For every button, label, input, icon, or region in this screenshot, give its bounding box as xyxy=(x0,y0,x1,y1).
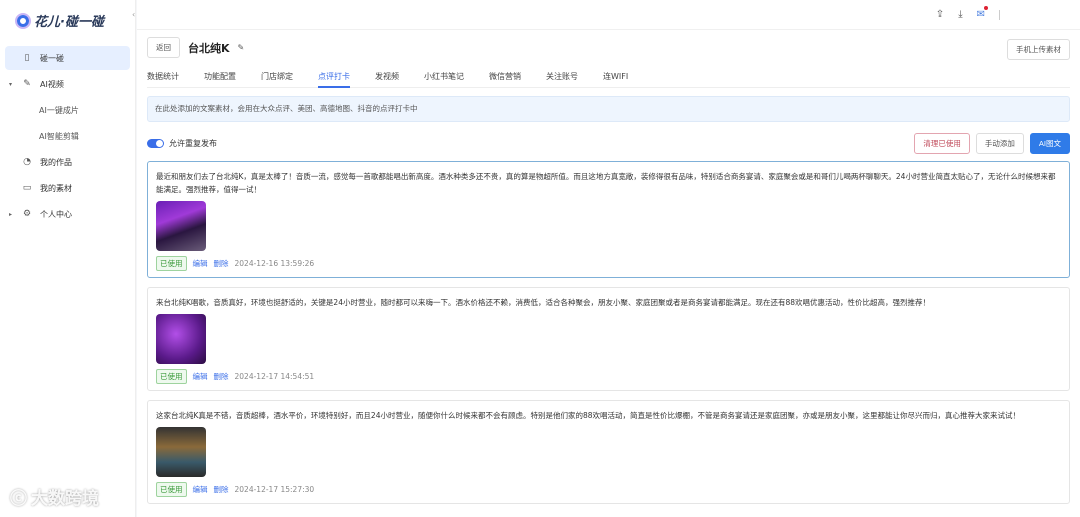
tab-wifi[interactable]: 连WIFI xyxy=(603,68,628,88)
watermark: ⓒ 大数跨境 xyxy=(10,484,99,509)
edit-link[interactable]: 编辑 xyxy=(193,371,208,382)
mobile-upload-button[interactable]: 手机上传素材 xyxy=(1007,39,1070,60)
back-button[interactable]: 返回 xyxy=(147,37,180,58)
mail-icon[interactable]: ✉ xyxy=(977,6,989,20)
expand-arrow-icon: ▸ xyxy=(9,210,13,218)
gear-icon: ⚙ xyxy=(22,209,32,219)
item-image[interactable] xyxy=(156,427,206,477)
watermark-icon: ⓒ xyxy=(10,489,27,509)
material-list: 最近和朋友们去了台北纯K，真是太棒了！音质一流，感觉每一首歌都能唱出新高度。酒水… xyxy=(147,161,1070,513)
delete-link[interactable]: 删除 xyxy=(214,484,229,495)
status-badge: 已使用 xyxy=(156,482,187,497)
sidebar-item-pengyipeng[interactable]: ▯ 碰一碰 xyxy=(5,46,130,70)
tab-review-checkin[interactable]: 点评打卡 xyxy=(318,68,350,88)
app-logo[interactable]: 花儿·碰一碰 xyxy=(0,0,135,30)
divider xyxy=(999,9,1000,20)
item-image[interactable] xyxy=(156,201,206,251)
timestamp: 2024-12-16 13:59:26 xyxy=(234,259,315,268)
phone-icon: ▯ xyxy=(24,53,30,63)
allow-repeat-toggle[interactable] xyxy=(147,138,164,148)
sidebar-item-label: AI视频 xyxy=(40,79,64,89)
sidebar-item-label: 我的作品 xyxy=(40,157,72,167)
main-content: ⇪ ⤓ ✉ 返回 台北纯K ✎ 手机上传素材 数据统计 功能配置 门店绑定 点评… xyxy=(137,0,1080,517)
sidebar-item-ai-oneclick[interactable]: AI一键成片 xyxy=(5,98,130,122)
delete-link[interactable]: 删除 xyxy=(214,371,229,382)
logo-icon xyxy=(17,14,29,27)
sidebar-item-ai-edit[interactable]: AI智能剪辑 xyxy=(5,124,130,148)
item-text: 最近和朋友们去了台北纯K，真是太棒了！音质一流，感觉每一首歌都能唱出新高度。酒水… xyxy=(156,172,1056,194)
tab-bar: 数据统计 功能配置 门店绑定 点评打卡 发视频 小红书笔记 微信营销 关注账号 … xyxy=(147,68,1070,88)
item-text: 这家台北纯K真是不错，音质超棒，酒水平价，环境特别好，而且24小时营业，随便你什… xyxy=(156,411,1020,420)
sidebar-item-ai-video[interactable]: ▾ ✎ AI视频 xyxy=(5,72,130,96)
edit-link[interactable]: 编辑 xyxy=(193,258,208,269)
delete-link[interactable]: 删除 xyxy=(214,258,229,269)
watermark-text: 大数跨境 xyxy=(31,489,99,509)
expand-arrow-icon: ▾ xyxy=(9,80,13,88)
logo-text: 花儿·碰一碰 xyxy=(34,15,104,30)
edit-link[interactable]: 编辑 xyxy=(193,484,208,495)
list-item[interactable]: 最近和朋友们去了台北纯K，真是太棒了！音质一流，感觉每一首歌都能唱出新高度。酒水… xyxy=(147,161,1070,278)
sidebar-item-my-works[interactable]: ◔ 我的作品 xyxy=(5,150,130,174)
tab-wechat[interactable]: 微信营销 xyxy=(489,68,521,88)
works-icon: ◔ xyxy=(23,157,31,167)
tab-xiaohongshu[interactable]: 小红书笔记 xyxy=(424,68,464,88)
list-item[interactable]: 来台北纯K唱歌，音质真好，环境也挺舒适的，关键是24小时营业，随时都可以来嗨一下… xyxy=(147,287,1070,391)
list-item[interactable]: 这家台北纯K真是不错，音质超棒，酒水平价，环境特别好，而且24小时营业，随便你什… xyxy=(147,400,1070,504)
info-notice: 在此处添加的文案素材，会用在大众点评、美团、高德地图、抖音的点评打卡中 xyxy=(147,96,1070,122)
edit-title-icon[interactable]: ✎ xyxy=(238,43,245,52)
top-bar: ⇪ ⤓ ✉ xyxy=(137,0,1080,30)
tab-stats[interactable]: 数据统计 xyxy=(147,68,179,88)
sidebar-item-label: 碰一碰 xyxy=(40,53,64,63)
item-text: 来台北纯K唱歌，音质真好，环境也挺舒适的，关键是24小时营业，随时都可以来嗨一下… xyxy=(156,298,930,307)
sidebar-item-label: AI一键成片 xyxy=(39,105,79,115)
tab-config[interactable]: 功能配置 xyxy=(204,68,236,88)
item-image[interactable] xyxy=(156,314,206,364)
cloud-upload-icon[interactable]: ⇪ xyxy=(936,9,944,20)
tab-follow[interactable]: 关注账号 xyxy=(546,68,578,88)
status-badge: 已使用 xyxy=(156,369,187,384)
manual-add-button[interactable]: 手动添加 xyxy=(975,132,1024,154)
pen-icon: ✎ xyxy=(23,79,31,89)
download-icon[interactable]: ⤓ xyxy=(958,9,962,20)
timestamp: 2024-12-17 14:54:51 xyxy=(234,372,315,381)
status-badge: 已使用 xyxy=(156,256,187,271)
tab-post-video[interactable]: 发视频 xyxy=(375,68,399,88)
sidebar-item-profile[interactable]: ▸ ⚙ 个人中心 xyxy=(5,202,130,226)
collapse-sidebar-icon[interactable]: ‹ xyxy=(132,10,135,19)
sidebar-item-label: 个人中心 xyxy=(40,209,72,219)
clear-used-button[interactable]: 清理已使用 xyxy=(914,132,970,154)
sidebar-item-label: AI智能剪辑 xyxy=(39,131,79,141)
sidebar-item-my-materials[interactable]: ▭ 我的素材 xyxy=(5,176,130,200)
toggle-label: 允许重复发布 xyxy=(169,138,217,148)
sidebar: 花儿·碰一碰 ‹ ▯ 碰一碰 ▾ ✎ AI视频 AI一键成片 AI智能剪辑 ◔ 我的作品… xyxy=(0,0,136,517)
page-title: 台北纯K xyxy=(188,41,230,55)
tab-store-binding[interactable]: 门店绑定 xyxy=(261,68,293,88)
ai-generate-button[interactable]: AI图文 xyxy=(1029,132,1070,154)
sidebar-item-label: 我的素材 xyxy=(40,183,72,193)
timestamp: 2024-12-17 15:27:30 xyxy=(234,485,315,494)
folder-icon: ▭ xyxy=(22,183,32,193)
